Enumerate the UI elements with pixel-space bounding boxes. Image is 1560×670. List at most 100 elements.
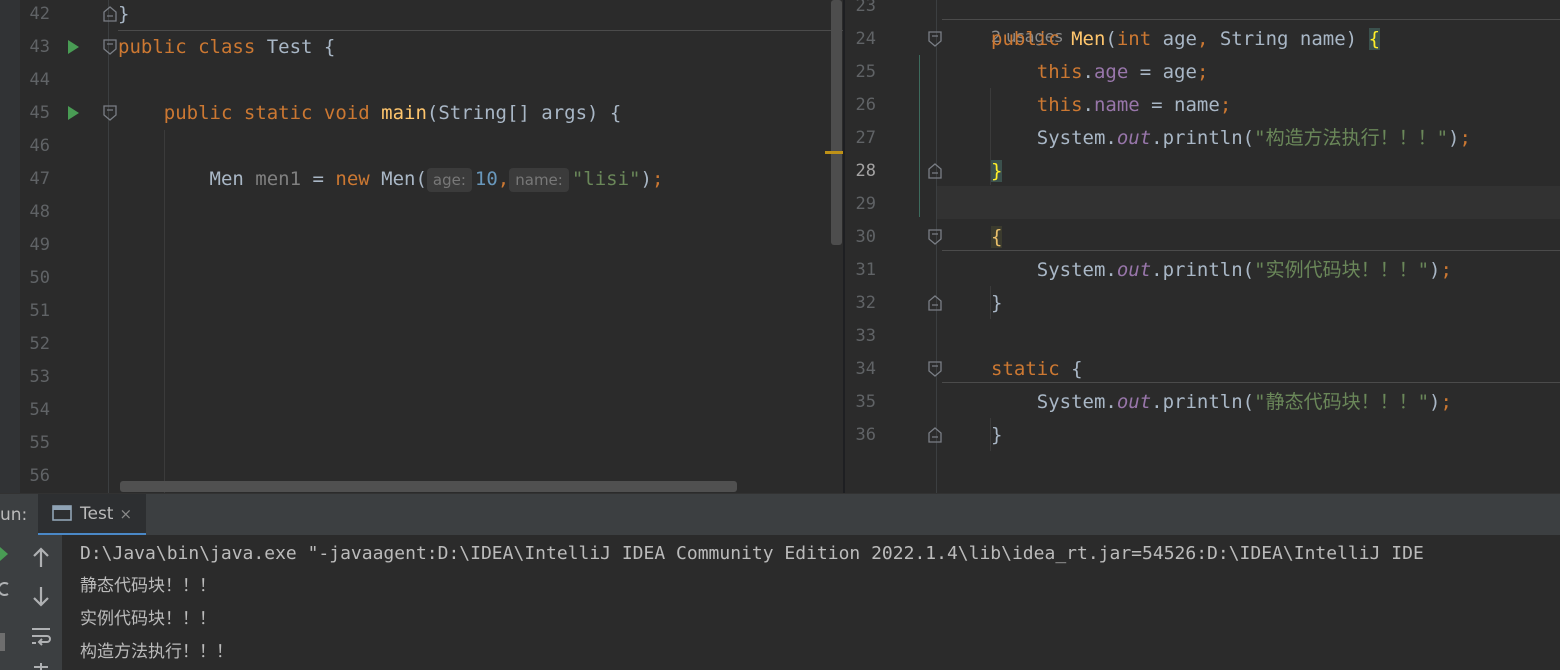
code-text[interactable]: public static void main(String[] args) { bbox=[118, 97, 622, 130]
left-vertical-scrollbar[interactable] bbox=[831, 0, 842, 245]
code-line[interactable]: 33 bbox=[845, 320, 1560, 353]
up-arrow-icon[interactable] bbox=[28, 545, 54, 571]
console-command-line: D:\Java\bin\java.exe "-javaagent:D:\IDEA… bbox=[80, 543, 1424, 564]
code-token: "lisi" bbox=[571, 168, 641, 190]
code-line[interactable]: 51 bbox=[0, 295, 843, 328]
code-line[interactable]: 53 bbox=[0, 361, 843, 394]
code-text[interactable]: public Men(int age, String name) { bbox=[991, 23, 1381, 56]
code-line[interactable]: 27 System.out.println("构造方法执行！！！"); bbox=[845, 122, 1560, 155]
code-line[interactable]: 24 public Men(int age, String name) { bbox=[845, 23, 1560, 56]
down-arrow-icon[interactable] bbox=[28, 583, 54, 609]
close-tab-icon[interactable]: × bbox=[119, 505, 132, 523]
code-text[interactable]: this.name = name; bbox=[991, 89, 1232, 122]
run-gutter-icon[interactable] bbox=[68, 40, 79, 54]
code-text[interactable]: System.out.println("静态代码块！！！"); bbox=[991, 386, 1452, 419]
code-line[interactable]: 35 System.out.println("静态代码块！！！"); bbox=[845, 386, 1560, 419]
line-number: 27 bbox=[855, 128, 876, 148]
code-token: } bbox=[991, 292, 1003, 314]
fold-open-icon[interactable] bbox=[103, 105, 117, 121]
code-line[interactable]: 46 bbox=[0, 130, 843, 163]
code-token: class bbox=[198, 36, 267, 58]
left-editor-pane[interactable]: 42} 43 public class Test {44 45 public stat… bbox=[0, 0, 843, 493]
code-line[interactable]: 30 { bbox=[845, 221, 1560, 254]
code-line[interactable]: 29 bbox=[845, 188, 1560, 221]
line-number: 54 bbox=[29, 400, 50, 420]
code-text[interactable]: this.age = age; bbox=[991, 56, 1209, 89]
code-line[interactable]: 26 this.name = name; bbox=[845, 89, 1560, 122]
code-line[interactable]: 28} bbox=[845, 155, 1560, 188]
console-output-line: 实例代码块！！！ bbox=[80, 609, 216, 629]
fold-open-icon[interactable] bbox=[928, 31, 942, 47]
run-tab-test[interactable]: Test × bbox=[38, 494, 147, 536]
line-number: 46 bbox=[29, 136, 50, 156]
code-line[interactable]: 31 System.out.println("实例代码块！！！"); bbox=[845, 254, 1560, 287]
code-token: = age bbox=[1128, 61, 1197, 83]
line-number: 29 bbox=[855, 194, 876, 214]
code-text[interactable]: public class Test { bbox=[118, 31, 335, 64]
soft-wrap-icon[interactable] bbox=[28, 623, 54, 649]
code-line[interactable]: 34 static { bbox=[845, 353, 1560, 386]
code-text[interactable]: } bbox=[991, 155, 1003, 188]
run-gutter-icon[interactable] bbox=[68, 106, 79, 120]
code-token: . bbox=[1082, 61, 1094, 83]
warning-marker[interactable] bbox=[825, 151, 843, 154]
fold-close-icon[interactable] bbox=[928, 295, 942, 311]
line-number: 24 bbox=[855, 29, 876, 49]
code-line[interactable]: 54 bbox=[0, 394, 843, 427]
code-line[interactable]: 42} bbox=[0, 0, 843, 31]
pin-icon[interactable] bbox=[28, 659, 54, 670]
fold-close-icon[interactable] bbox=[928, 427, 942, 443]
line-number: 55 bbox=[29, 433, 50, 453]
code-token: public bbox=[118, 36, 199, 58]
code-token: "构造方法执行！！！" bbox=[1254, 127, 1449, 149]
code-line[interactable]: 23 bbox=[845, 0, 1560, 23]
left-horizontal-scrollbar[interactable] bbox=[120, 481, 737, 492]
code-text[interactable]: Men men1 = new Men(age: 10, name: "lisi"); bbox=[118, 163, 663, 196]
code-text[interactable]: System.out.println("实例代码块！！！"); bbox=[991, 254, 1452, 287]
fold-open-icon[interactable] bbox=[103, 39, 117, 55]
code-line[interactable]: 45 public static void main(String[] args… bbox=[0, 97, 843, 130]
code-text[interactable]: static { bbox=[991, 353, 1083, 386]
code-text[interactable]: { bbox=[991, 221, 1003, 254]
rerun-icon[interactable] bbox=[0, 580, 10, 598]
line-number: 25 bbox=[855, 62, 876, 82]
code-token: , bbox=[497, 168, 510, 190]
right-editor-pane[interactable]: 2 usages 23 24 public Men(int age, String … bbox=[845, 0, 1560, 493]
code-token: 10 bbox=[474, 168, 498, 190]
stop-icon[interactable] bbox=[0, 633, 6, 653]
code-token: { bbox=[1368, 28, 1381, 50]
code-line[interactable]: 44 bbox=[0, 64, 843, 97]
line-number: 33 bbox=[855, 326, 876, 346]
code-line[interactable]: 52 bbox=[0, 328, 843, 361]
console-output[interactable]: D:\Java\bin\java.exe "-javaagent:D:\IDEA… bbox=[80, 537, 1424, 669]
line-number: 48 bbox=[29, 202, 50, 222]
code-line[interactable]: 50 bbox=[0, 262, 843, 295]
code-line[interactable]: 43 public class Test { bbox=[0, 31, 843, 64]
code-text[interactable]: } bbox=[991, 419, 1002, 452]
console-icon bbox=[52, 505, 72, 521]
code-line[interactable]: 25 this.age = age; bbox=[845, 56, 1560, 89]
fold-open-icon[interactable] bbox=[928, 229, 942, 245]
code-line[interactable]: 55 bbox=[0, 427, 843, 460]
code-text[interactable]: System.out.println("构造方法执行！！！"); bbox=[991, 122, 1471, 155]
code-token: main bbox=[381, 102, 427, 124]
code-token: "静态代码块！！！" bbox=[1254, 391, 1430, 413]
code-line[interactable]: 49 bbox=[0, 229, 843, 262]
run-tool-window-header: un: Test × bbox=[0, 493, 1560, 536]
code-token: men1 bbox=[255, 168, 302, 190]
code-line[interactable]: 47 Men men1 = new Men(age: 10, name: "lisi"… bbox=[0, 163, 843, 196]
code-token: new bbox=[335, 168, 382, 190]
code-text[interactable]: } bbox=[118, 0, 129, 31]
code-text[interactable]: } bbox=[991, 287, 1002, 320]
fold-close-icon[interactable] bbox=[928, 163, 942, 179]
fold-open-icon[interactable] bbox=[928, 361, 942, 377]
code-line[interactable]: 48 bbox=[0, 196, 843, 229]
fold-close-icon[interactable] bbox=[103, 6, 117, 22]
line-number: 36 bbox=[855, 425, 876, 445]
code-token: ; bbox=[1219, 94, 1232, 116]
line-number: 28 bbox=[855, 161, 876, 181]
code-line[interactable]: 32} bbox=[845, 287, 1560, 320]
code-token: Men bbox=[1071, 28, 1106, 50]
code-line[interactable]: 36} bbox=[845, 419, 1560, 452]
run-icon[interactable] bbox=[0, 547, 8, 561]
